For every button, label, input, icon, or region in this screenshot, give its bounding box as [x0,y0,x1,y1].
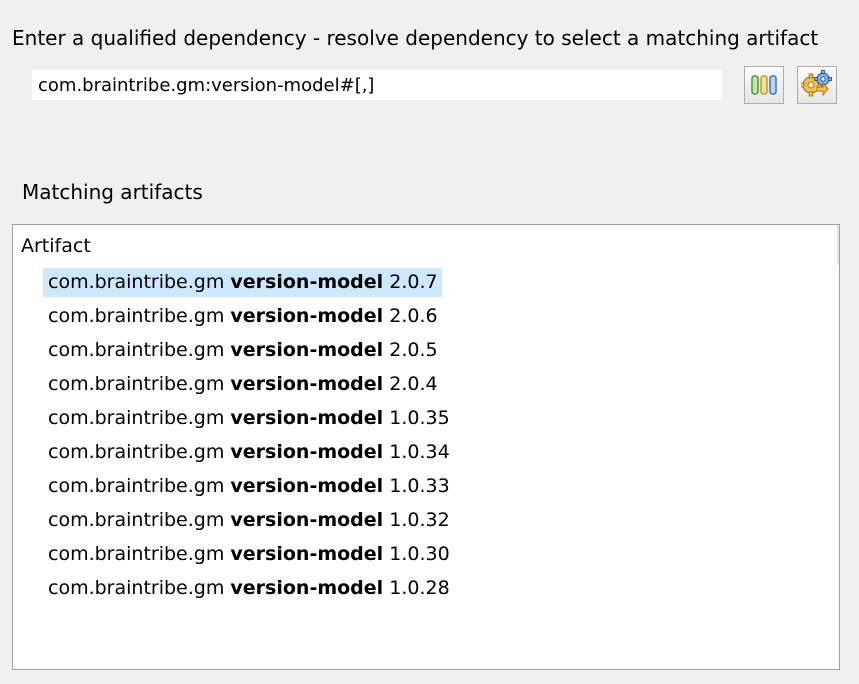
instruction-label: Enter a qualified dependency - resolve d… [12,26,819,50]
matching-artifacts-label: Matching artifacts [22,180,203,204]
artifact-version: 1.0.34 [389,440,450,463]
artifact-row-label: com.braintribe.gm version-model 1.0.33 [43,472,454,501]
artifact-group: com.braintribe.gm [48,270,225,293]
artifact-row-label: com.braintribe.gm version-model 1.0.35 [43,404,454,433]
artifact-version: 1.0.30 [389,542,450,565]
artifact-group: com.braintribe.gm [48,576,225,599]
artifact-id: version-model [230,372,384,395]
artifact-list[interactable]: Artifact com.braintribe.gm version-model… [12,224,840,670]
artifact-id: version-model [230,304,384,327]
artifact-version: 2.0.5 [389,338,438,361]
artifact-row[interactable]: com.braintribe.gm version-model 1.0.33 [43,469,839,503]
artifact-row[interactable]: com.braintribe.gm version-model 1.0.35 [43,401,839,435]
artifact-version: 1.0.33 [389,474,450,497]
artifact-version: 2.0.6 [389,304,438,327]
artifact-version: 2.0.7 [389,270,438,293]
artifact-row[interactable]: com.braintribe.gm version-model 1.0.28 [43,571,839,605]
dependency-input[interactable] [32,70,722,100]
artifact-row[interactable]: com.braintribe.gm version-model 2.0.4 [43,367,839,401]
artifact-group: com.braintribe.gm [48,474,225,497]
artifact-row-label: com.braintribe.gm version-model 1.0.28 [43,574,454,603]
scrollbar[interactable] [837,225,839,265]
artifact-row[interactable]: com.braintribe.gm version-model 1.0.30 [43,537,839,571]
artifact-version: 1.0.35 [389,406,450,429]
artifact-row[interactable]: com.braintribe.gm version-model 1.0.34 [43,435,839,469]
versions-button[interactable] [744,66,784,104]
artifact-row-label: com.braintribe.gm version-model 2.0.4 [43,370,442,399]
artifact-id: version-model [230,576,384,599]
version-bars-icon [751,75,777,95]
artifact-id: version-model [230,542,384,565]
artifact-id: version-model [230,440,384,463]
resolve-gears-icon [801,70,832,97]
artifact-row-label: com.braintribe.gm version-model 2.0.7 [43,267,442,297]
artifact-row[interactable]: com.braintribe.gm version-model 2.0.5 [43,333,839,367]
artifact-row[interactable]: com.braintribe.gm version-model 2.0.6 [43,299,839,333]
artifact-group: com.braintribe.gm [48,304,225,327]
artifact-row-label: com.braintribe.gm version-model 1.0.34 [43,438,454,467]
artifact-row-label: com.braintribe.gm version-model 2.0.5 [43,336,442,365]
artifact-group: com.braintribe.gm [48,542,225,565]
column-header-artifact[interactable]: Artifact [21,235,91,257]
resolve-button[interactable] [797,66,837,104]
artifact-id: version-model [230,508,384,531]
artifact-id: version-model [230,474,384,497]
artifact-id: version-model [230,270,384,293]
artifact-row-label: com.braintribe.gm version-model 1.0.32 [43,506,454,535]
artifact-row[interactable]: com.braintribe.gm version-model 2.0.7 [43,265,839,299]
artifact-id: version-model [230,406,384,429]
artifact-id: version-model [230,338,384,361]
artifact-version: 2.0.4 [389,372,438,395]
artifact-row[interactable]: com.braintribe.gm version-model 1.0.32 [43,503,839,537]
artifact-version: 1.0.28 [389,576,450,599]
artifact-version: 1.0.32 [389,508,450,531]
artifact-group: com.braintribe.gm [48,372,225,395]
artifact-group: com.braintribe.gm [48,440,225,463]
artifact-rows: com.braintribe.gm version-model 2.0.7 com… [43,265,839,605]
artifact-row-label: com.braintribe.gm version-model 1.0.30 [43,540,454,569]
artifact-group: com.braintribe.gm [48,508,225,531]
artifact-group: com.braintribe.gm [48,406,225,429]
artifact-group: com.braintribe.gm [48,338,225,361]
artifact-row-label: com.braintribe.gm version-model 2.0.6 [43,302,442,331]
